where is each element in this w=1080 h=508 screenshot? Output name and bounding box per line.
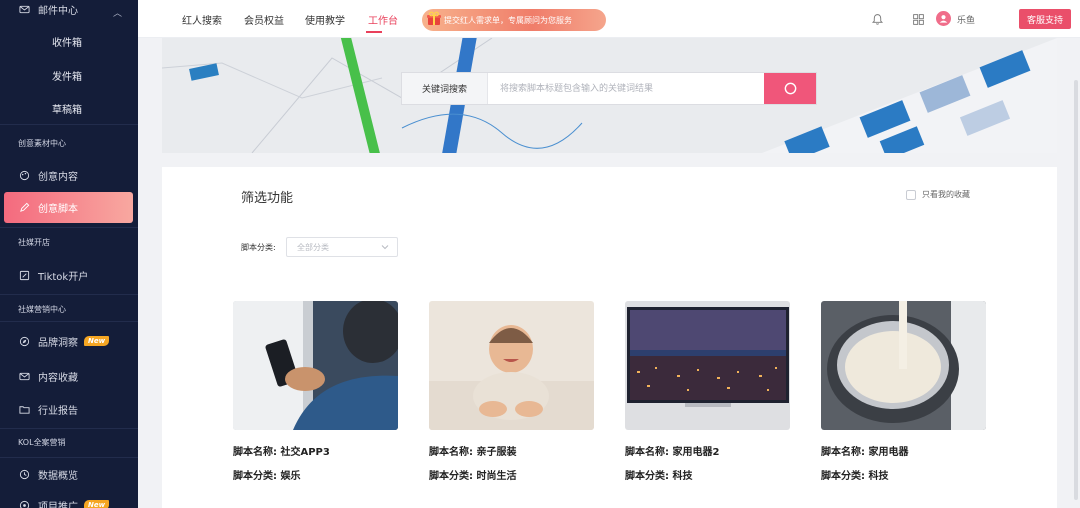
section-kol: KOL全案营销 — [0, 436, 138, 448]
search-button[interactable] — [764, 73, 816, 104]
new-badge: New — [84, 336, 110, 346]
section-label: 社媒营销中心 — [18, 304, 66, 314]
clock-icon — [18, 468, 30, 480]
tv-scene-image — [625, 301, 790, 430]
favorites-only-checkbox[interactable]: 只看我的收藏 — [906, 189, 970, 200]
script-card[interactable]: 脚本名称: 家用电器2 脚本分类: 科技 — [625, 301, 791, 482]
sidebar-item-label: 草稿箱 — [52, 104, 82, 116]
section-social-marketing: 社媒营销中心 — [0, 303, 138, 315]
search-input[interactable] — [488, 73, 764, 104]
sidebar-item-data-overview[interactable]: 数据概览 — [0, 467, 138, 482]
section-label: 社媒开店 — [18, 237, 50, 247]
category-label: 脚本分类: — [241, 243, 276, 252]
customer-support-button[interactable]: 客服支持 — [1019, 9, 1071, 29]
filter-title: 筛选功能 — [241, 191, 294, 206]
keyword-search-bar: 关键词搜索 — [401, 72, 817, 105]
sidebar-item-tiktok[interactable]: Tiktok开户 — [0, 268, 138, 283]
sidebar-item-label: 发件箱 — [52, 71, 82, 83]
script-name: 脚本名称: 家用电器 — [821, 447, 909, 458]
script-card[interactable]: 脚本名称: 家用电器 脚本分类: 科技 — [821, 301, 987, 482]
top-navigation: 红人搜索 会员权益 使用教学 工作台 提交红人需求单，专属顾问为您服务 乐鱼 客… — [138, 0, 1080, 38]
sidebar-item-label: 数据概览 — [38, 470, 78, 482]
script-thumbnail[interactable] — [821, 301, 986, 430]
script-category: 脚本分类: 科技 — [821, 471, 889, 482]
mail-icon — [18, 3, 30, 15]
script-card[interactable]: 脚本名称: 社交APP3 脚本分类: 娱乐 — [233, 301, 399, 482]
baby-scene-image — [429, 301, 594, 430]
script-category: 脚本分类: 时尚生活 — [429, 471, 517, 482]
category-select[interactable]: 全部分类 — [286, 237, 398, 257]
category-placeholder: 全部分类 — [297, 242, 329, 252]
checkbox-box[interactable] — [906, 189, 916, 200]
mail-icon — [18, 370, 30, 382]
avatar[interactable] — [936, 11, 951, 26]
promo-banner[interactable]: 提交红人需求单，专属顾问为您服务 — [422, 9, 606, 31]
target-icon — [18, 499, 30, 508]
active-tab-indicator — [366, 31, 382, 33]
section-label: 创意素材中心 — [18, 138, 66, 148]
nav-workbench[interactable]: 工作台 — [368, 12, 398, 27]
script-thumbnail[interactable] — [429, 301, 594, 430]
sidebar-item-label: 内容收藏 — [38, 372, 78, 384]
user-name[interactable]: 乐鱼 — [957, 13, 975, 26]
sidebar-item-mail-center[interactable]: 邮件中心 ︿ — [0, 2, 138, 19]
sidebar: 邮件中心 ︿ 收件箱 发件箱 草稿箱 创意素材中心 创意内容 创意脚本 社媒开店… — [0, 0, 138, 508]
nav-membership[interactable]: 会员权益 — [244, 12, 284, 27]
script-category: 脚本分类: 娱乐 — [233, 471, 301, 482]
chevron-up-icon[interactable]: ︿ — [113, 6, 122, 19]
sidebar-item-sent[interactable]: 发件箱 — [0, 68, 138, 83]
sidebar-item-label: 品牌洞察 — [38, 337, 78, 349]
sidebar-item-project-promotion[interactable]: 项目推广 New — [0, 498, 138, 508]
divider — [0, 294, 138, 295]
sidebar-item-label: 收件箱 — [52, 37, 82, 49]
nav-influencer-search[interactable]: 红人搜索 — [182, 12, 222, 27]
script-thumbnail[interactable] — [625, 301, 790, 430]
chevron-down-icon — [381, 245, 389, 250]
script-name: 脚本名称: 家用电器2 — [625, 447, 720, 458]
sidebar-item-drafts[interactable]: 草稿箱 — [0, 101, 138, 116]
script-card[interactable]: 脚本名称: 亲子服装 脚本分类: 时尚生活 — [429, 301, 595, 482]
sidebar-item-creative-content[interactable]: 创意内容 — [0, 168, 138, 183]
search-icon — [784, 82, 796, 95]
sidebar-item-label: 行业报告 — [38, 405, 78, 417]
script-thumbnail[interactable] — [233, 301, 398, 430]
section-label: KOL全案营销 — [18, 437, 66, 447]
section-creative-center: 创意素材中心 — [0, 137, 138, 149]
pen-icon — [18, 202, 30, 214]
nav-tutorial[interactable]: 使用教学 — [305, 12, 345, 27]
sidebar-item-label: 邮件中心 — [38, 5, 78, 17]
script-category: 脚本分类: 科技 — [625, 471, 693, 482]
compass-icon — [18, 335, 30, 347]
sidebar-item-content-favorites[interactable]: 内容收藏 — [0, 369, 138, 384]
section-social-shop: 社媒开店 — [0, 236, 138, 248]
page-scrollbar[interactable] — [1074, 80, 1078, 500]
sidebar-item-brand-monitor[interactable]: 品牌洞察 New — [0, 334, 138, 349]
new-badge: New — [84, 500, 110, 508]
sidebar-item-label: 项目推广 — [38, 501, 78, 508]
divider — [0, 457, 138, 458]
script-name: 脚本名称: 社交APP3 — [233, 447, 330, 458]
sidebar-item-label: 创意脚本 — [38, 204, 78, 215]
palette-icon — [18, 169, 30, 181]
sidebar-item-industry-report[interactable]: 行业报告 — [0, 402, 138, 417]
edit-icon — [18, 269, 30, 281]
sidebar-item-label: Tiktok开户 — [38, 271, 89, 283]
promo-text: 提交红人需求单，专属顾问为您服务 — [444, 15, 572, 25]
folder-icon — [18, 403, 30, 415]
sidebar-item-inbox[interactable]: 收件箱 — [0, 34, 138, 49]
sidebar-item-label: 创意内容 — [38, 171, 78, 183]
divider — [0, 321, 138, 322]
sidebar-item-creative-script[interactable]: 创意脚本 — [4, 192, 133, 223]
divider — [0, 227, 138, 228]
phone-scene-image — [233, 301, 398, 430]
grid-icon[interactable] — [910, 11, 926, 27]
divider — [0, 124, 138, 125]
divider — [0, 428, 138, 429]
bell-icon[interactable] — [869, 11, 885, 27]
pot-scene-image — [821, 301, 986, 430]
script-name: 脚本名称: 亲子服装 — [429, 447, 517, 458]
gift-icon — [427, 11, 441, 25]
search-type-label: 关键词搜索 — [402, 73, 488, 104]
checkbox-label: 只看我的收藏 — [922, 190, 970, 199]
